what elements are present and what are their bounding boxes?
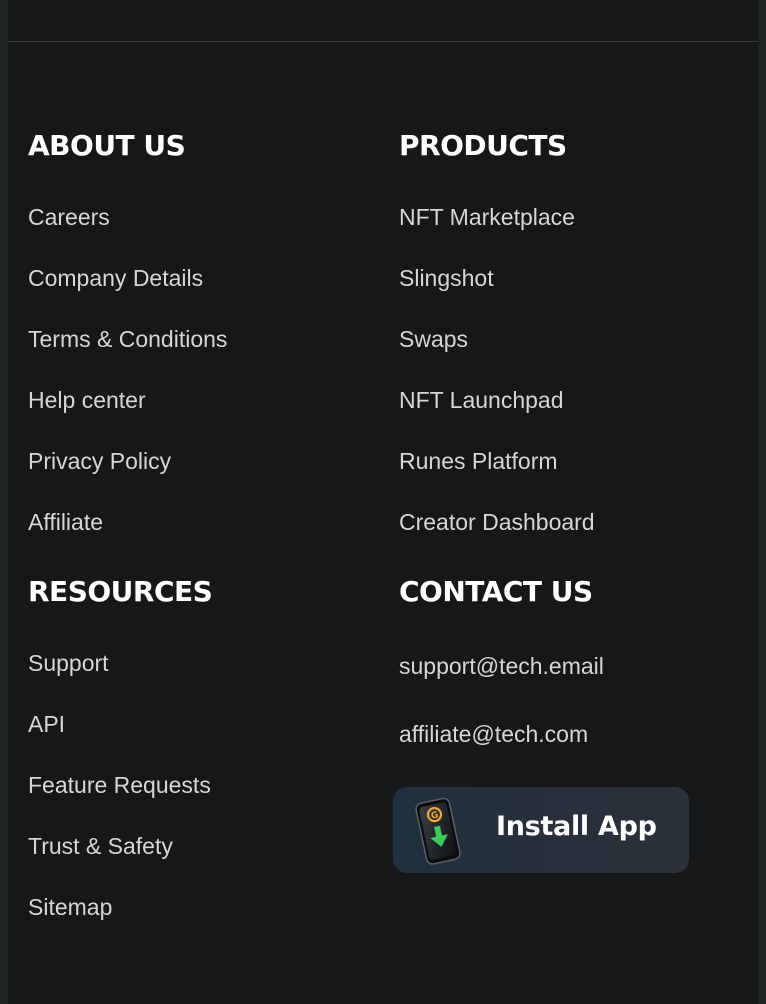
install-app-label: Install App — [496, 811, 657, 842]
resources-heading: RESOURCES — [28, 575, 213, 608]
swaps-link[interactable]: Swaps — [399, 328, 468, 351]
support-email-link[interactable]: support@tech.email — [399, 655, 604, 678]
trust-safety-link[interactable]: Trust & Safety — [28, 835, 173, 858]
slingshot-link[interactable]: Slingshot — [399, 267, 494, 290]
affiliate-email-link[interactable]: affiliate@tech.com — [399, 723, 588, 746]
affiliate-link[interactable]: Affiliate — [28, 511, 103, 534]
nft-launchpad-link[interactable]: NFT Launchpad — [399, 389, 564, 412]
sitemap-link[interactable]: Sitemap — [28, 896, 112, 919]
support-link[interactable]: Support — [28, 652, 109, 675]
phone-download-icon: G — [415, 797, 461, 865]
about-heading: ABOUT US — [28, 129, 186, 162]
contact-heading: CONTACT US — [399, 575, 593, 608]
feature-requests-link[interactable]: Feature Requests — [28, 774, 211, 797]
top-divider — [8, 41, 758, 42]
install-app-button[interactable]: G Install App — [393, 787, 689, 873]
terms-conditions-link[interactable]: Terms & Conditions — [28, 328, 227, 351]
products-heading: PRODUCTS — [399, 129, 567, 162]
help-center-link[interactable]: Help center — [28, 389, 146, 412]
runes-platform-link[interactable]: Runes Platform — [399, 450, 558, 473]
nft-marketplace-link[interactable]: NFT Marketplace — [399, 206, 575, 229]
company-details-link[interactable]: Company Details — [28, 267, 203, 290]
privacy-policy-link[interactable]: Privacy Policy — [28, 450, 171, 473]
api-link[interactable]: API — [28, 713, 65, 736]
careers-link[interactable]: Careers — [28, 206, 110, 229]
creator-dashboard-link[interactable]: Creator Dashboard — [399, 511, 595, 534]
